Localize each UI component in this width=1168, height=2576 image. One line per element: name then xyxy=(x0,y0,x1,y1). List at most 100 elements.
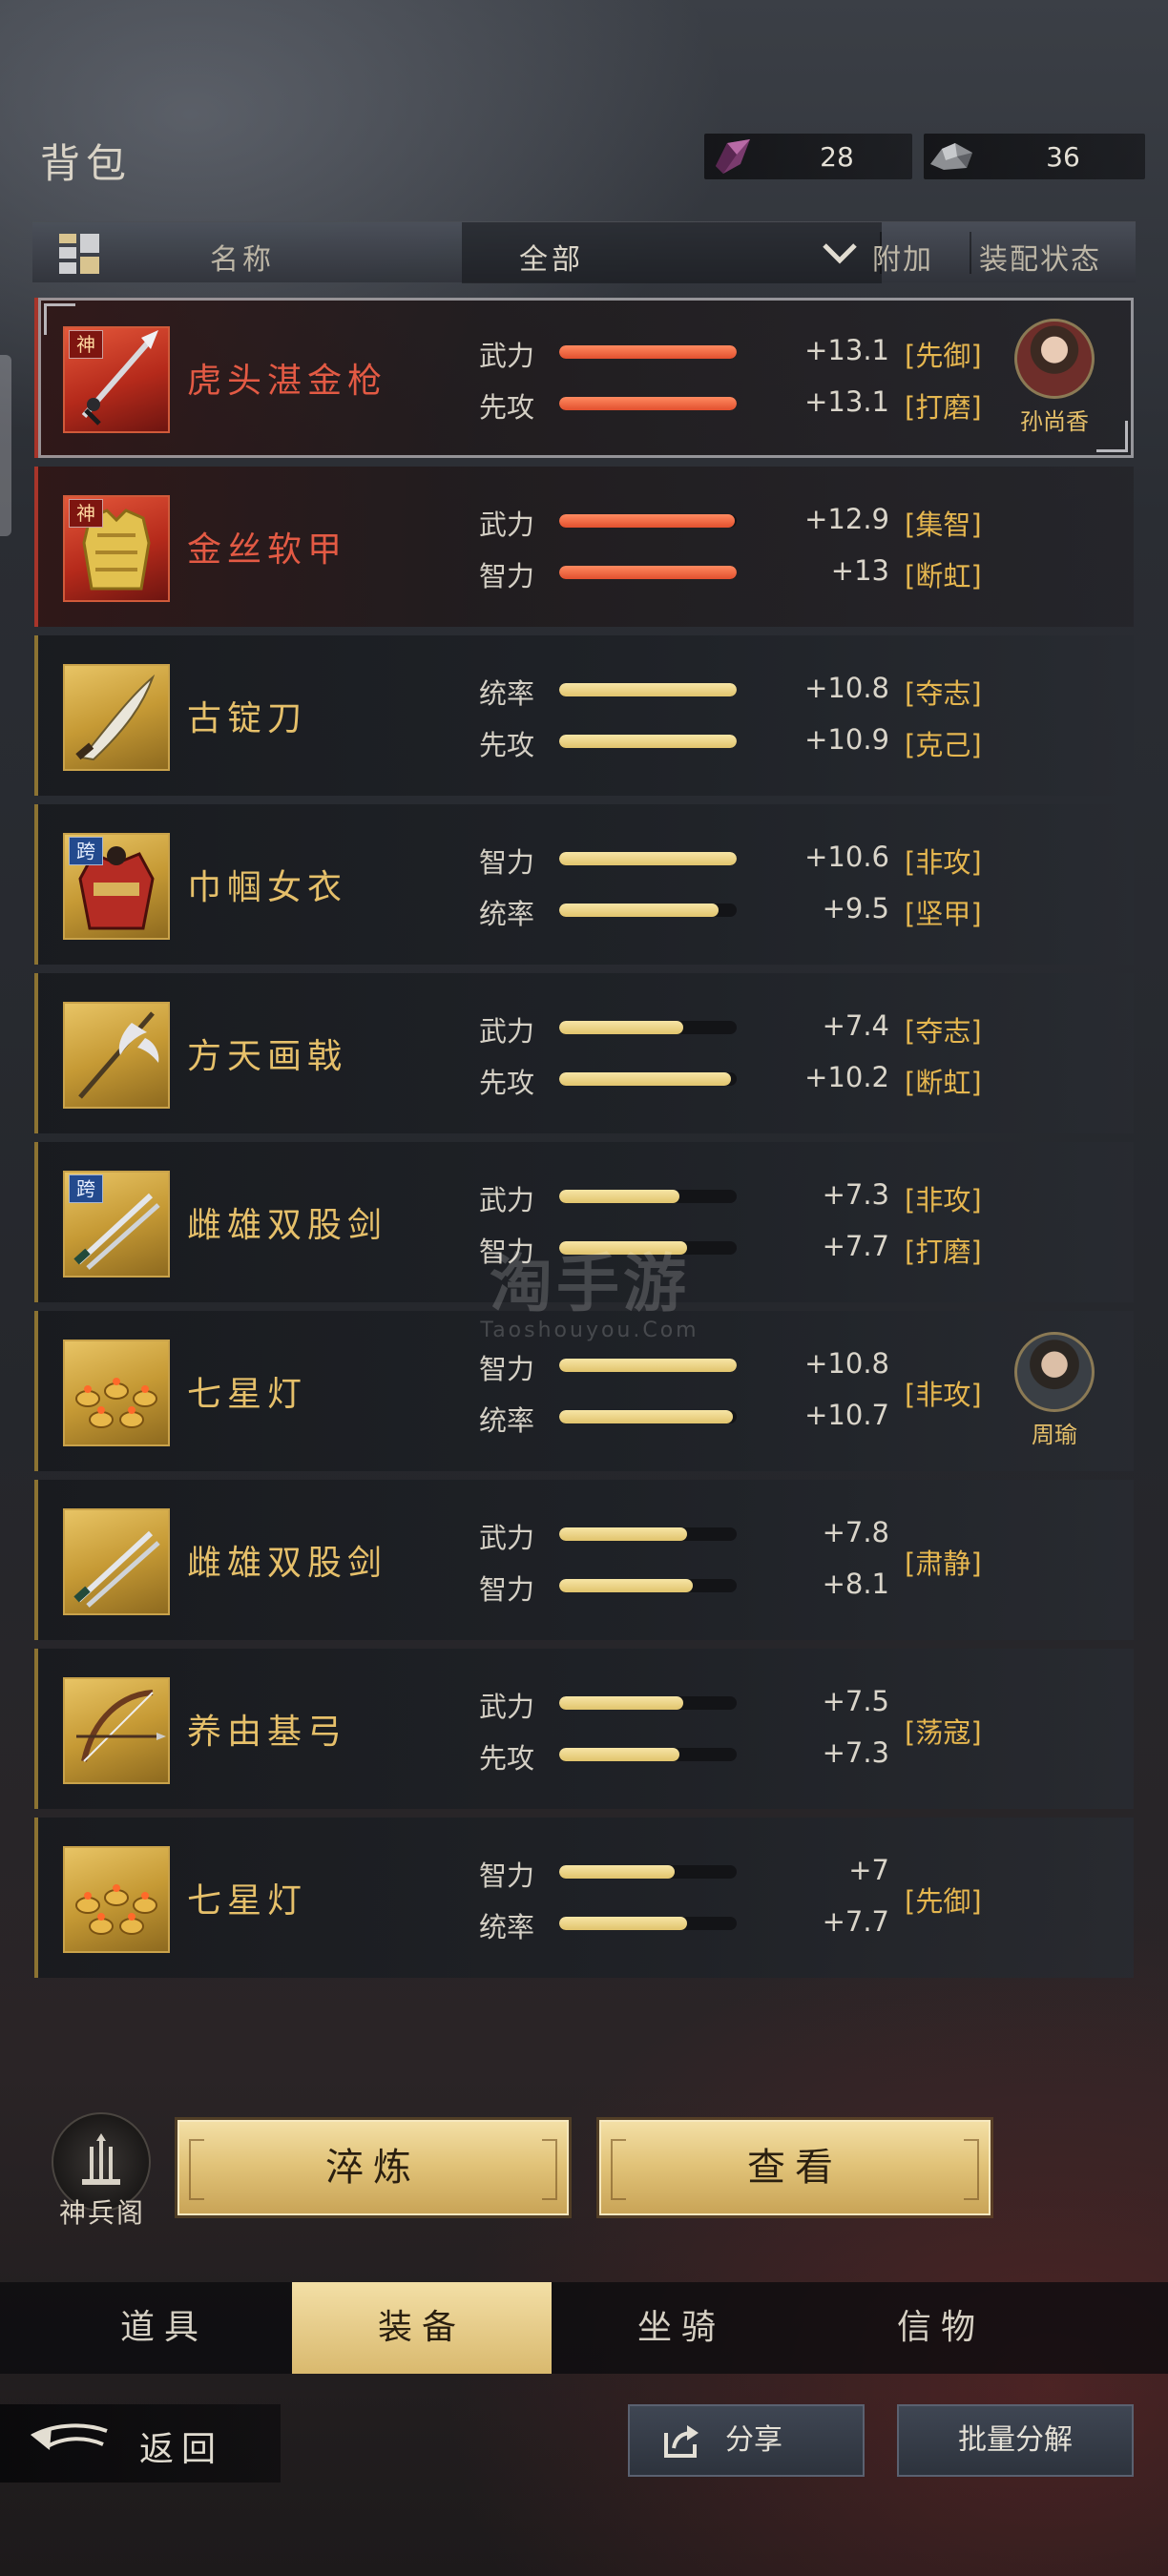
tab-items[interactable]: 道具 xyxy=(34,2282,294,2374)
divine-armory-button[interactable]: 神兵阁 xyxy=(46,2112,156,2229)
stat-bar xyxy=(559,1748,737,1761)
extra-attribute: [荡寇] xyxy=(905,1716,982,1749)
avatar xyxy=(1014,319,1095,399)
stat-bar-fill xyxy=(559,1359,737,1372)
stat-bar xyxy=(559,514,737,528)
stat-value: +7.8 xyxy=(822,1516,889,1548)
stat-value: +10.2 xyxy=(804,1061,889,1093)
stat-bar-fill xyxy=(559,514,736,528)
stat-label: 智力 xyxy=(479,1236,535,1268)
stat-line: 先攻 +13.1 xyxy=(479,384,889,424)
item-tag-badge: 跨 xyxy=(69,837,103,865)
stat-value: +9.5 xyxy=(822,892,889,924)
stat-bar xyxy=(559,904,737,917)
column-extra[interactable]: 附加 xyxy=(872,236,933,278)
stat-bar-fill xyxy=(559,397,737,410)
item-name: 古锭刀 xyxy=(187,699,308,738)
stat-label: 先攻 xyxy=(479,729,535,761)
stat-bar xyxy=(559,1917,737,1930)
refine-button[interactable]: 淬炼 xyxy=(177,2120,569,2215)
stat-label: 智力 xyxy=(479,1573,535,1606)
equipment-row[interactable]: 七星灯 智力 +7 统率 +7.7 [先御] xyxy=(34,1818,1134,1978)
stat-bar xyxy=(559,566,737,579)
stat-bar-fill xyxy=(559,1865,675,1879)
avatar xyxy=(1014,1332,1095,1412)
item-name: 方天画戟 xyxy=(187,1037,348,1076)
batch-dismantle-button[interactable]: 批量分解 xyxy=(897,2404,1134,2477)
extra-attribute: [断虹] xyxy=(905,1067,982,1099)
item-name: 金丝软甲 xyxy=(187,530,348,570)
back-button[interactable]: 返回 xyxy=(0,2404,281,2483)
view-toggle-icon[interactable] xyxy=(59,234,99,274)
equipment-row[interactable]: 雌雄双股剑 武力 +7.8 智力 +8.1 [肃静] xyxy=(34,1480,1134,1640)
share-label: 分享 xyxy=(725,2423,782,2457)
stat-label: 武力 xyxy=(479,340,535,372)
stat-bar-fill xyxy=(559,1917,687,1930)
extra-attribute: [集智] xyxy=(905,509,982,541)
stat-value: +7.3 xyxy=(822,1178,889,1211)
stat-bar-fill xyxy=(559,852,737,865)
item-icon xyxy=(63,1508,170,1615)
item-tag-badge: 跨 xyxy=(69,1174,103,1203)
stat-label: 武力 xyxy=(479,509,535,541)
equipment-row[interactable]: 神虎头湛金枪 武力 +13.1 先攻 +13.1 [先御] [打磨] 孙尚香 xyxy=(34,298,1134,458)
stat-value: +7.7 xyxy=(822,1230,889,1262)
equipment-row[interactable]: 方天画戟 武力 +7.4 先攻 +10.2 [夺志] [断虹] xyxy=(34,973,1134,1133)
stat-label: 统率 xyxy=(479,1911,535,1943)
equipped-hero[interactable]: 孙尚香 xyxy=(1002,319,1107,436)
stat-value: +7.5 xyxy=(822,1685,889,1717)
stat-line: 先攻 +10.9 xyxy=(479,721,889,761)
equipment-row[interactable]: 七星灯 智力 +10.8 统率 +10.7 [非攻] 周瑜 xyxy=(34,1311,1134,1471)
stat-label: 智力 xyxy=(479,1353,535,1385)
stat-bar-fill xyxy=(559,904,720,917)
stat-value: +7.7 xyxy=(822,1905,889,1938)
item-icon xyxy=(63,1002,170,1109)
item-tag-badge: 神 xyxy=(69,330,103,359)
tab-mounts[interactable]: 坐骑 xyxy=(552,2282,811,2374)
stat-bar xyxy=(559,1865,737,1879)
currency-ore[interactable]: 36 xyxy=(924,134,1145,179)
extra-attribute: [非攻] xyxy=(905,1379,982,1411)
page-title: 背包 xyxy=(40,140,133,187)
item-name: 七星灯 xyxy=(187,1881,308,1921)
stat-value: +13.1 xyxy=(804,334,889,366)
currency-crystal[interactable]: 28 xyxy=(704,134,912,179)
equipment-row[interactable]: 跨雌雄双股剑 武力 +7.3 智力 +7.7 [非攻] [打磨] xyxy=(34,1142,1134,1302)
item-tag-badge: 神 xyxy=(69,499,103,528)
back-arrow-icon xyxy=(31,2423,108,2450)
ore-count: 36 xyxy=(1046,140,1080,173)
extra-attribute: [肃静] xyxy=(905,1548,982,1580)
column-name[interactable]: 名称 xyxy=(210,236,275,278)
hero-name: 孙尚香 xyxy=(1020,408,1089,435)
stat-line: 先攻 +7.3 xyxy=(479,1735,889,1775)
equipment-row[interactable]: 古锭刀 统率 +10.8 先攻 +10.9 [夺志] [克己] xyxy=(34,635,1134,796)
item-icon xyxy=(63,1846,170,1953)
stat-bar-fill xyxy=(559,1021,684,1034)
item-icon xyxy=(63,1340,170,1446)
equipment-row[interactable]: 神金丝软甲 武力 +12.9 智力 +13 [集智] [断虹] xyxy=(34,467,1134,627)
stat-line: 智力 +10.8 xyxy=(479,1345,889,1385)
chevron-down-icon xyxy=(823,243,857,264)
stat-line: 统率 +9.5 xyxy=(479,890,889,930)
equipment-row[interactable]: 养由基弓 武力 +7.5 先攻 +7.3 [荡寇] xyxy=(34,1649,1134,1809)
stat-line: 武力 +7.5 xyxy=(479,1683,889,1723)
stat-value: +13.1 xyxy=(804,385,889,418)
stat-value: +10.6 xyxy=(804,841,889,873)
equipped-hero[interactable]: 周瑜 xyxy=(1002,1332,1107,1449)
stat-value: +10.8 xyxy=(804,1347,889,1380)
stat-bar xyxy=(559,1021,737,1034)
equipment-list[interactable]: 神虎头湛金枪 武力 +13.1 先攻 +13.1 [先御] [打磨] 孙尚香 神金… xyxy=(34,298,1134,1986)
stat-line: 智力 +8.1 xyxy=(479,1566,889,1606)
view-button[interactable]: 查看 xyxy=(599,2120,991,2215)
stat-bar-fill xyxy=(559,566,737,579)
share-button[interactable]: 分享 xyxy=(628,2404,865,2477)
column-status[interactable]: 装配状态 xyxy=(979,236,1101,278)
stat-label: 智力 xyxy=(479,846,535,879)
equipment-row[interactable]: 跨巾帼女衣 智力 +10.6 统率 +9.5 [非攻] [坚甲] xyxy=(34,804,1134,965)
category-filter-dropdown[interactable]: 全部 xyxy=(462,222,882,283)
stat-bar xyxy=(559,1579,737,1592)
stat-bar xyxy=(559,1527,737,1541)
scroll-indicator[interactable] xyxy=(0,355,11,536)
tab-equipment[interactable]: 装备 xyxy=(292,2282,552,2374)
tab-tokens[interactable]: 信物 xyxy=(811,2282,1071,2374)
